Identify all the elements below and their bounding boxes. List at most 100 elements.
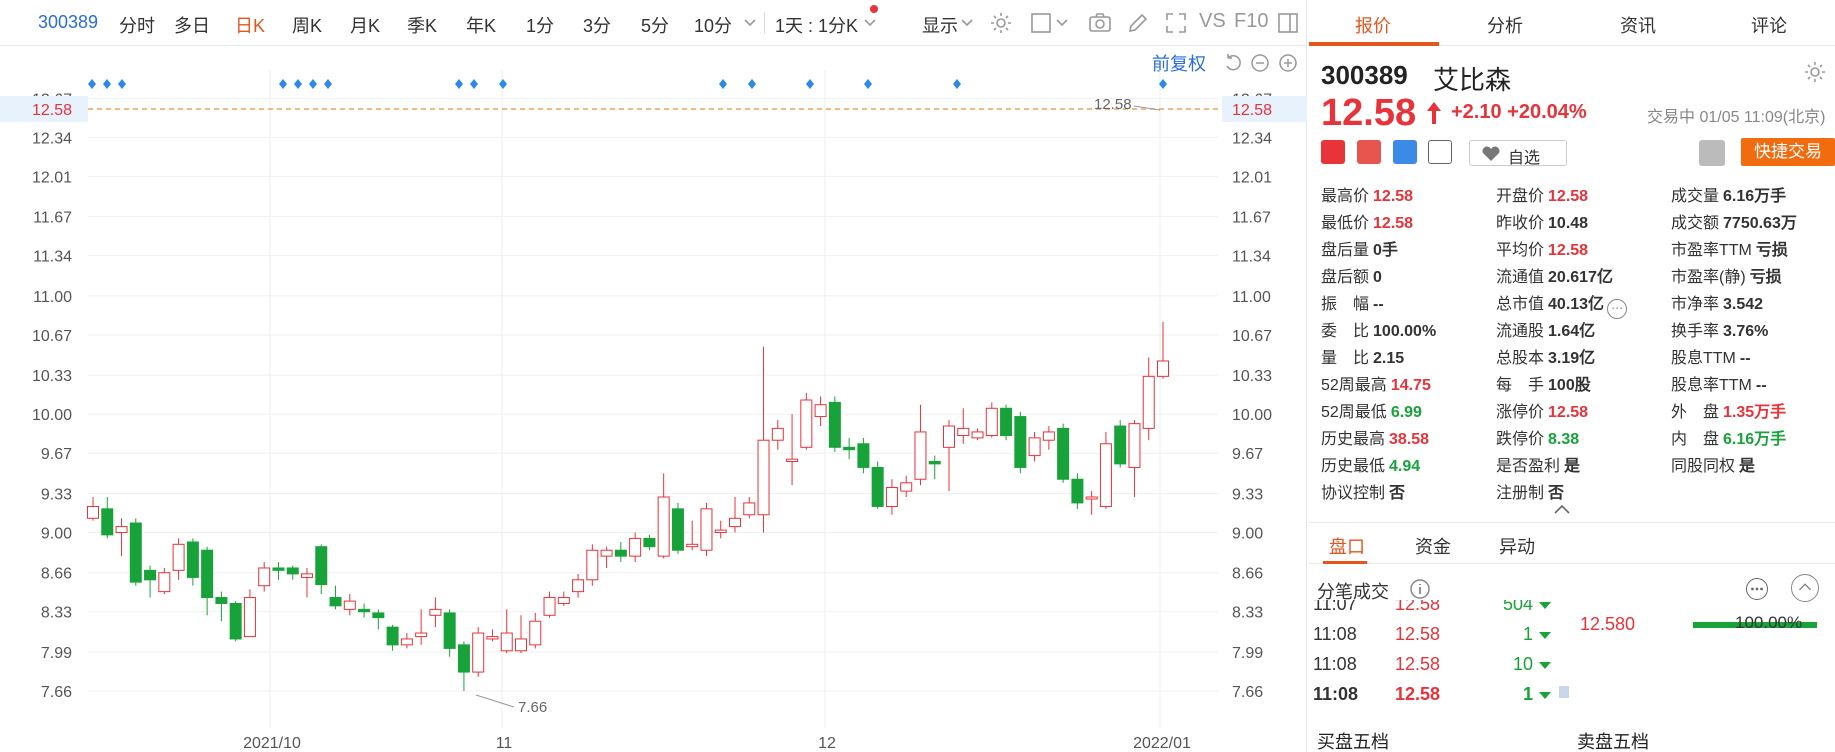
- candle-up: [500, 632, 513, 652]
- vs-button[interactable]: VS: [1199, 10, 1226, 33]
- tab-quarterly-k[interactable]: 季K: [407, 12, 437, 38]
- tag-icon[interactable]: [1393, 140, 1417, 164]
- candlestick-chart[interactable]: 12.6712.6712.5812.5812.3412.3412.0112.01…: [0, 46, 1307, 752]
- chevron-down-icon[interactable]: [1055, 16, 1069, 30]
- buy-ratio-label: 100.00%: [1735, 613, 1803, 632]
- tick-volume: 504: [1502, 600, 1533, 614]
- quote-field-label: 外 盘: [1671, 404, 1720, 421]
- x-axis-label: 2022/01: [1133, 735, 1191, 752]
- lightning-icon[interactable]: [1357, 140, 1381, 164]
- tab-10min[interactable]: 10分: [694, 12, 732, 38]
- quote-field-value: 6.16万手: [1723, 188, 1787, 205]
- notification-dot: [870, 5, 878, 13]
- y-axis-tick-right: 12.01: [1232, 169, 1272, 186]
- quote-field: 最高价 12.58: [1321, 182, 1413, 206]
- tick-time: 11:08: [1313, 624, 1357, 644]
- tab-weekly-k[interactable]: 周K: [292, 12, 322, 38]
- y-axis-tick-left: 10.00: [32, 407, 72, 424]
- tick-row: 11:08 12.58 10: [1313, 654, 1553, 682]
- quote-field-value: 20.617亿: [1548, 269, 1613, 286]
- candle-down: [315, 546, 328, 586]
- square-icon[interactable]: [1029, 11, 1053, 35]
- f10-button[interactable]: F10: [1234, 10, 1268, 33]
- quote-field-label: 跌停价: [1496, 431, 1545, 448]
- quote-field-value: --: [1755, 377, 1767, 394]
- tab-news[interactable]: 资讯: [1620, 12, 1656, 38]
- more-icon[interactable]: [1746, 578, 1768, 600]
- camera-icon[interactable]: [1088, 11, 1112, 35]
- quote-field: 协议控制否: [1321, 479, 1405, 503]
- event-marker: [309, 79, 317, 89]
- bell-icon[interactable]: [1699, 140, 1725, 166]
- chevron-down-icon[interactable]: [743, 16, 757, 30]
- candle-down: [286, 567, 299, 575]
- tab-pankou[interactable]: 盘口: [1329, 533, 1365, 559]
- quote-field: 同股同权是: [1671, 452, 1755, 476]
- tab-comments[interactable]: 评论: [1751, 12, 1787, 38]
- fullscreen-icon[interactable]: [1164, 11, 1188, 35]
- more-icon[interactable]: ⋯: [1607, 299, 1628, 319]
- pencil-icon[interactable]: [1126, 11, 1150, 35]
- gear-icon[interactable]: [989, 11, 1013, 35]
- tab-3min[interactable]: 3分: [583, 12, 611, 38]
- candle-down: [843, 446, 856, 451]
- toolbar-stock-code[interactable]: 300389: [38, 12, 98, 33]
- quote-field-label: 成交量: [1671, 188, 1720, 205]
- expand-icon[interactable]: [1791, 574, 1819, 602]
- quote-field: 昨收价 10.48: [1496, 209, 1588, 233]
- quote-field-value: 12.58: [1373, 215, 1414, 232]
- tab-analysis[interactable]: 分析: [1487, 12, 1523, 38]
- tab-movement[interactable]: 异动: [1499, 533, 1535, 559]
- tab-capital[interactable]: 资金: [1415, 533, 1451, 559]
- display-menu[interactable]: 显示: [922, 12, 958, 38]
- candle-down: [229, 602, 242, 640]
- candle-down: [215, 597, 228, 604]
- add-watchlist-button[interactable]: 自选: [1469, 140, 1567, 167]
- quote-field: 历史最低 4.94: [1321, 452, 1420, 476]
- tab-daily-k[interactable]: 日K: [235, 12, 265, 38]
- chevron-down-icon[interactable]: [960, 16, 974, 30]
- y-axis-tick-right: 9.33: [1232, 486, 1263, 503]
- quote-field: 市净率 3.542: [1671, 290, 1763, 314]
- quote-field: 换手率 3.76%: [1671, 317, 1768, 341]
- tab-monthly-k[interactable]: 月K: [350, 12, 380, 38]
- divider: [1309, 522, 1835, 523]
- interval-select[interactable]: 1天 : 1分K: [775, 12, 858, 38]
- x-axis-label: 12: [818, 735, 836, 752]
- tab-yearly-k[interactable]: 年K: [466, 12, 496, 38]
- quote-field-value: 是: [1739, 458, 1756, 475]
- quote-field-value: 100股: [1548, 377, 1591, 394]
- y-axis-tick-left: 9.00: [41, 525, 72, 542]
- x-axis-label: 2021/10: [243, 735, 301, 752]
- annotation-low: 7.66: [518, 699, 547, 716]
- event-marker: [719, 79, 727, 89]
- quote-field: 平均价 12.58: [1496, 236, 1588, 260]
- candle-down: [443, 612, 456, 649]
- candle-up: [172, 543, 185, 571]
- sidebar-toggle-icon[interactable]: [1276, 11, 1300, 35]
- gear-icon[interactable]: [1803, 60, 1827, 84]
- quote-field-label: 盘后额: [1321, 269, 1370, 286]
- chevron-down-icon[interactable]: [863, 16, 877, 30]
- tab-quote[interactable]: 报价: [1355, 12, 1391, 38]
- quote-field: 量 比 2.15: [1321, 344, 1404, 368]
- candle-up: [686, 543, 699, 548]
- quote-field: 历史最高 38.58: [1321, 425, 1429, 449]
- tab-intraday[interactable]: 分时: [119, 12, 155, 38]
- y-axis-tick-left: 11.00: [33, 289, 72, 306]
- info-icon[interactable]: [1409, 578, 1431, 600]
- candle-up: [1085, 496, 1098, 500]
- fast-trade-button[interactable]: 快捷交易: [1741, 138, 1835, 166]
- candle-down: [358, 608, 371, 613]
- y-axis-tick-left: 9.67: [41, 446, 72, 463]
- document-icon[interactable]: [1428, 140, 1452, 164]
- event-marker: [806, 79, 814, 89]
- quote-field-value: 否: [1389, 485, 1406, 502]
- candle-up: [557, 597, 570, 604]
- tab-multiday[interactable]: 多日: [174, 12, 210, 38]
- tab-1min[interactable]: 1分: [526, 12, 554, 38]
- chevron-up-icon[interactable]: [1553, 503, 1571, 515]
- quote-field-label: 历史最低: [1321, 458, 1386, 475]
- tab-5min[interactable]: 5分: [641, 12, 669, 38]
- quote-field-label: 最低价: [1321, 215, 1370, 232]
